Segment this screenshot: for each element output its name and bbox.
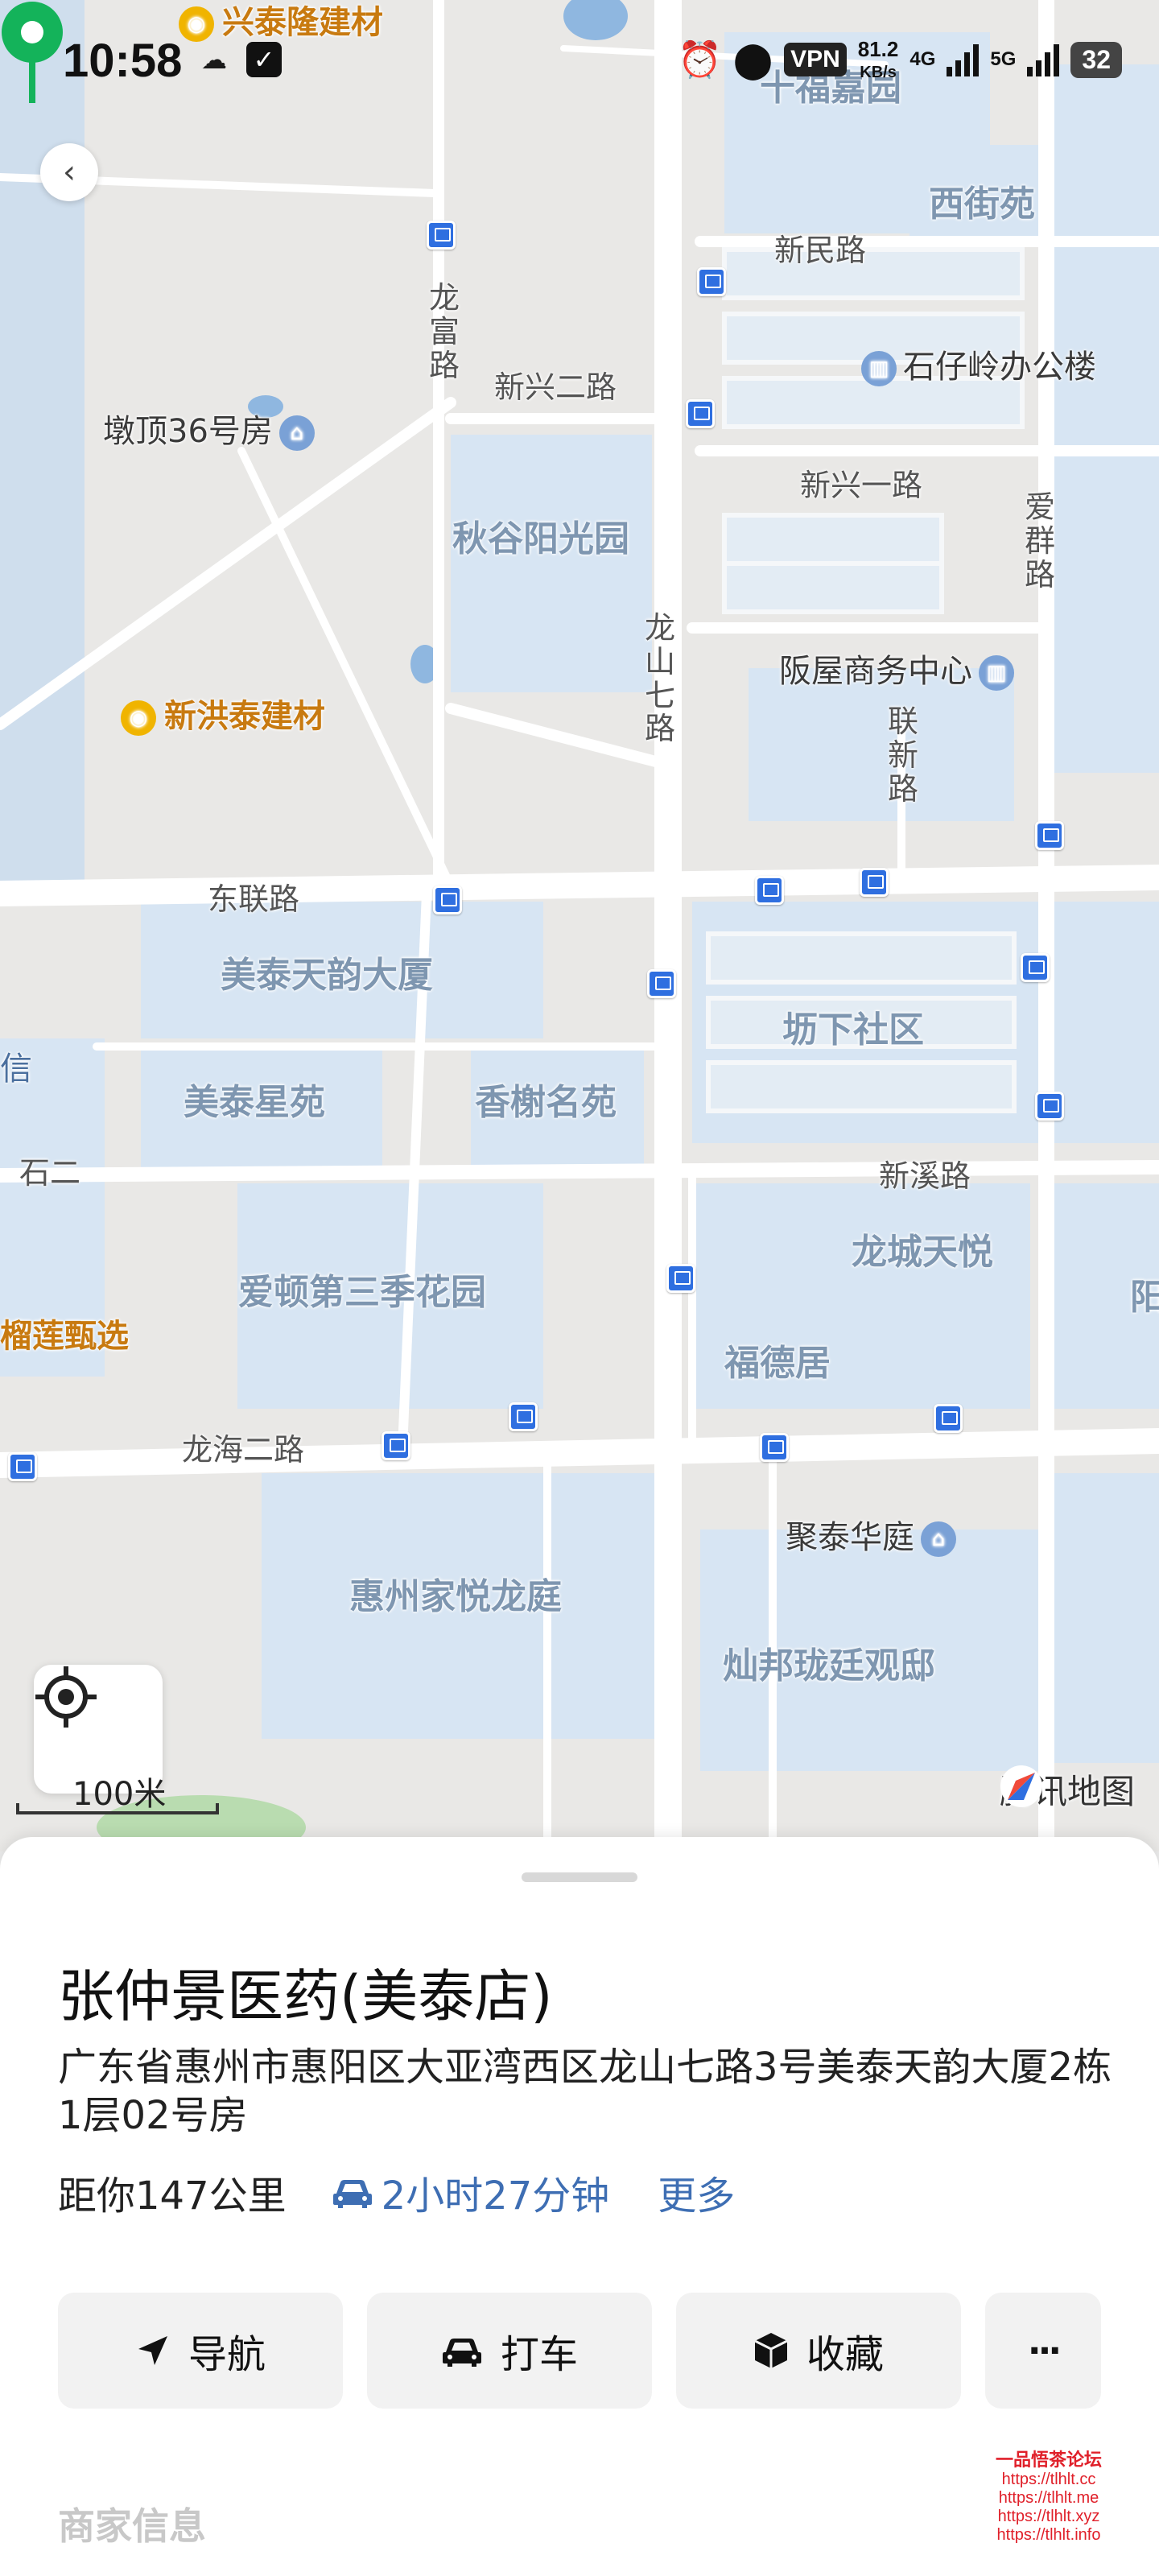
- watermark: 一品悟茶论坛 https://tlhlt.cc https://tlhlt.me…: [995, 2450, 1102, 2545]
- navigation-arrow-icon: [138, 2336, 167, 2365]
- map-poi-label[interactable]: 墩顶36号房 ⌂: [103, 415, 315, 451]
- action-bar: 导航 打车 收藏 ···: [58, 2293, 1101, 2409]
- map-canvas: [0, 0, 1159, 1852]
- check-app-icon: ✓: [246, 42, 282, 77]
- crosshair-icon: [35, 1666, 97, 1728]
- drive-time-link[interactable]: 2小时27分钟: [332, 2164, 609, 2220]
- map-road-label: 新兴一路: [800, 468, 923, 503]
- map-road-label: 联新路: [887, 704, 918, 807]
- distance-row: 距你147公里 2小时27分钟 更多: [58, 2164, 735, 2220]
- map-view[interactable]: 十福嘉园 西街苑 秋谷阳光园 美泰天韵大厦 坜下社区 美泰星苑 香榭名苑 爱顿第…: [0, 0, 1159, 1852]
- map-poi-label: 信: [0, 1051, 32, 1088]
- map-area-label: 坜下社区: [782, 1009, 924, 1051]
- map-area-label: 秋谷阳光园: [452, 518, 629, 559]
- network-type-5g: 5G: [990, 48, 1017, 70]
- map-road-label: 龙富路: [428, 280, 460, 383]
- map-poi-label[interactable]: 阪屋商务中心 ▥: [779, 655, 1014, 691]
- battery-indicator: 32: [1070, 41, 1122, 78]
- map-area-label: 美泰天韵大厦: [221, 955, 433, 996]
- merchant-info-heading: 商家信息: [58, 2504, 206, 2548]
- chevron-left-icon: ‹: [63, 154, 76, 191]
- network-type-4g: 4G: [909, 48, 936, 70]
- favorite-button[interactable]: 收藏: [676, 2293, 961, 2409]
- status-time: 10:58: [63, 35, 183, 87]
- map-shop-label[interactable]: ◉ 新洪泰建材: [121, 700, 325, 736]
- map-brand: 腾讯地图: [1000, 1765, 1135, 1814]
- bus-stop-icon[interactable]: [647, 969, 676, 998]
- location-icon: ⬤: [732, 39, 773, 80]
- map-road-label: 龙山七路: [644, 610, 675, 747]
- box-icon: [754, 2333, 788, 2368]
- map-area-label: 灿邦珑廷观邸: [723, 1645, 935, 1686]
- bus-stop-icon[interactable]: [686, 399, 715, 428]
- back-button[interactable]: ‹: [40, 143, 98, 201]
- map-shop-label[interactable]: 榴莲甄选: [0, 1320, 129, 1352]
- map-area-label: 香榭名苑: [475, 1082, 617, 1123]
- car-icon: [332, 2180, 372, 2208]
- distance-text: 距你147公里: [58, 2174, 287, 2219]
- bus-stop-icon[interactable]: [1021, 953, 1050, 982]
- status-bar: 10:58 ☁ ✓ ⏰ ⬤ VPN 81.2 KB/s 4G 5G 32: [0, 0, 1159, 121]
- ellipsis-icon: ···: [1027, 2330, 1062, 2372]
- map-scale-bar: 100米: [16, 1768, 219, 1821]
- wechat-icon: ☁: [201, 44, 227, 75]
- place-title: 张仲景医药(美泰店): [58, 1963, 553, 2029]
- signal-icon: [1027, 43, 1060, 76]
- map-road-label: 龙海二路: [182, 1432, 305, 1468]
- signal-icon: [947, 43, 980, 76]
- navigate-button[interactable]: 导航: [58, 2293, 343, 2409]
- bus-stop-icon[interactable]: [934, 1404, 963, 1433]
- map-poi-label[interactable]: 聚泰华庭 ⌂: [786, 1521, 956, 1557]
- alarm-icon: ⏰: [678, 40, 722, 80]
- bus-stop-icon[interactable]: [8, 1452, 37, 1481]
- home-icon: ⌂: [278, 415, 315, 451]
- map-road-label: 石二: [19, 1155, 81, 1191]
- map-road-label: 新兴二路: [494, 369, 617, 405]
- building-icon: ▥: [861, 351, 897, 386]
- bus-stop-icon[interactable]: [755, 876, 784, 905]
- tencent-map-logo-icon: [1000, 1765, 1042, 1807]
- map-road-label: 新溪路: [879, 1158, 971, 1194]
- map-area-label: 福德居: [724, 1343, 831, 1384]
- map-area-label: 美泰星苑: [184, 1082, 325, 1123]
- map-area-label: 龙城天悦: [852, 1232, 993, 1273]
- network-speed: 81.2 KB/s: [857, 37, 899, 81]
- bus-stop-icon[interactable]: [427, 221, 456, 250]
- place-address: 广东省惠州市惠阳区大亚湾西区龙山七路3号美泰天韵大厦2栋1层02号房: [58, 2045, 1112, 2138]
- bus-stop-icon[interactable]: [1035, 821, 1064, 850]
- more-options-button[interactable]: ···: [985, 2293, 1101, 2409]
- map-road-label: 新民路: [774, 233, 867, 268]
- taxi-icon: [442, 2339, 481, 2367]
- bus-stop-icon[interactable]: [666, 1264, 695, 1293]
- home-icon: ⌂: [921, 1521, 956, 1557]
- more-link[interactable]: 更多: [658, 2164, 735, 2220]
- map-road-label: 爱群路: [1024, 489, 1055, 592]
- map-area-label: 西街苑: [929, 184, 1035, 225]
- map-area-label: 惠州家悦龙庭: [349, 1576, 562, 1617]
- taxi-button[interactable]: 打车: [367, 2293, 652, 2409]
- bus-stop-icon[interactable]: [509, 1402, 538, 1431]
- bus-stop-icon[interactable]: [433, 886, 462, 914]
- bus-stop-icon[interactable]: [1035, 1092, 1064, 1121]
- drag-handle[interactable]: [522, 1872, 637, 1882]
- map-poi-label[interactable]: ▥ 石仔岭办公楼: [861, 351, 1096, 386]
- shop-icon: ◉: [121, 700, 156, 736]
- building-icon: ▥: [979, 655, 1014, 691]
- map-road-label: 东联路: [208, 881, 300, 917]
- bus-stop-icon[interactable]: [860, 868, 889, 897]
- bus-stop-icon[interactable]: [382, 1431, 410, 1460]
- bus-stop-icon[interactable]: [760, 1433, 789, 1462]
- vpn-badge: VPN: [784, 43, 847, 76]
- map-area-label: 爱顿第三季花园: [238, 1272, 486, 1313]
- map-area-label: 阳: [1130, 1277, 1159, 1318]
- bus-stop-icon[interactable]: [697, 267, 726, 296]
